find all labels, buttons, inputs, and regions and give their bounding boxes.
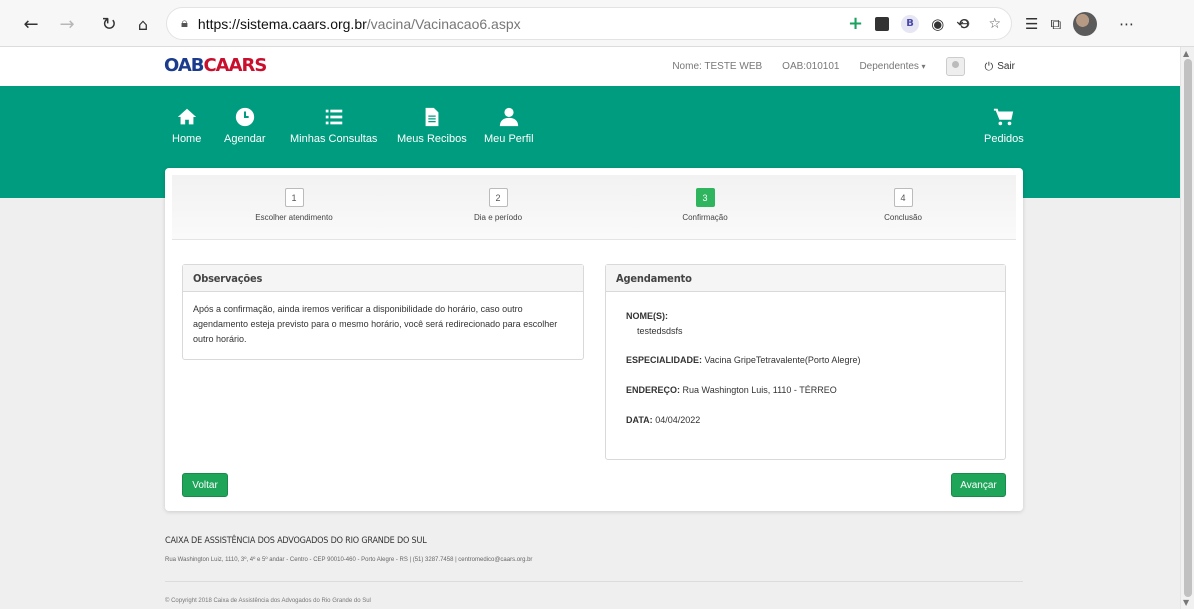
cart-icon [993,108,1014,126]
step-2-label: Dia e período [473,213,523,222]
data-value: 04/04/2022 [655,415,701,425]
especialidade-field: ESPECIALIDADE: Vacina GripeTetravalente(… [626,353,985,368]
footer-divider [165,581,1023,582]
back-arrow-icon[interactable]: ← [14,7,48,41]
agendamento-panel: Agendamento NOME(S): testedsdsfs ESPECIA… [605,264,1006,460]
step-1: 1 Escolher atendimento [214,188,374,222]
endereco-field: ENDEREÇO: Rua Washington Luis, 1110 - TÉ… [626,383,985,398]
nomes-label: NOME(S): [626,311,668,321]
voltar-button[interactable]: Voltar [182,473,228,497]
favorite-star-icon[interactable]: ☆ [988,16,1001,32]
forward-arrow-icon[interactable]: → [50,7,84,41]
extension-b-icon[interactable]: B [901,14,920,33]
clock-icon [235,107,254,127]
browser-home-icon[interactable]: ⌂ [126,7,160,41]
url-path: /vacina/Vacinacao6.aspx [366,15,521,32]
agendamento-title: Agendamento [606,265,1005,292]
footer-copyright: © Copyright 2018 Caixa de Assistência do… [165,598,371,604]
observacoes-text: Após a confirmação, ainda iremos verific… [193,304,558,344]
logo-caars: CAARS [203,55,267,76]
more-menu-icon[interactable]: ⋯ [1119,15,1134,33]
nav-minhas-consultas-label: Minhas Consultas [290,133,378,145]
extension-calculator-icon[interactable] [875,16,890,31]
dependents-dropdown[interactable]: Dependentes [859,61,925,72]
browser-toolbar: ← → ↻ ⌂ 🔒︎ https://sistema.caars.org.br /… [0,0,1194,47]
extension-record-icon[interactable]: ◉ [931,15,944,33]
data-label: DATA: [626,415,653,425]
lock-icon: 🔒︎ [181,16,188,31]
observacoes-title: Observações [183,265,583,292]
collections-icon[interactable]: ⧉ [1050,15,1061,33]
power-icon: ⏻ [984,59,994,73]
favorites-list-icon[interactable]: ☰ [1025,15,1038,33]
especialidade-value: Vacina GripeTetravalente(Porto Alegre) [704,355,861,365]
step-3-number: 3 [695,188,715,207]
nav-meus-recibos[interactable]: Meus Recibos [397,106,467,145]
logo-oab: OAB [164,55,204,76]
step-3-label: Confirmação [682,213,728,222]
user-icon [499,107,518,127]
extension-puzzle-icon[interactable]: ⟲ [956,15,969,33]
nav-home[interactable]: Home [172,106,201,145]
top-bar: OABCAARS Nome: TESTE WEB OAB:010101 Depe… [0,47,1180,86]
scrollbar-thumb[interactable] [1184,59,1192,597]
scroll-up-icon[interactable]: ▲ [1183,49,1189,58]
nomes-field: NOME(S): testedsdsfs [626,309,985,339]
list-icon [325,109,342,125]
home-icon [177,108,196,125]
logout-button[interactable]: ⏻ Sair [985,60,1016,74]
nav-meus-recibos-label: Meus Recibos [397,133,467,145]
logout-label: Sair [997,61,1015,72]
nav-minhas-consultas[interactable]: Minhas Consultas [290,106,377,145]
nav-home-label: Home [172,133,202,145]
footer-title: CAIXA DE ASSISTÊNCIA DOS ADVOGADOS DO RI… [165,536,427,546]
extension-plus-icon[interactable]: + [848,13,863,34]
nav-pedidos-label: Pedidos [984,133,1024,145]
scrollbar[interactable]: ▲ ▼ [1180,47,1194,609]
page: OABCAARS Nome: TESTE WEB OAB:010101 Depe… [0,47,1180,609]
step-1-number: 1 [284,188,304,207]
step-3: 3 Confirmação [625,188,785,222]
url-host: https://sistema.caars.org.br [197,15,367,32]
scroll-down-icon[interactable]: ▼ [1183,598,1189,607]
step-2-number: 2 [488,188,508,207]
endereco-label: ENDEREÇO: [626,385,681,395]
nav-meu-perfil-label: Meu Perfil [484,133,534,145]
user-name: Nome: TESTE WEB [672,61,763,72]
nomes-value: testedsdsfs [637,326,683,336]
endereco-value: Rua Washington Luis, 1110 - TÉRREO [682,385,837,395]
observacoes-panel: Observações Após a confirmação, ainda ir… [182,264,584,360]
nav-agendar[interactable]: Agendar [224,106,266,145]
oab-number: OAB:010101 [782,61,840,72]
avancar-button[interactable]: Avançar [951,473,1006,497]
profile-avatar-icon[interactable] [1073,11,1098,36]
step-2: 2 Dia e período [418,188,578,222]
reload-icon[interactable]: ↻ [92,7,126,41]
document-icon [425,107,439,127]
step-4-number: 4 [893,188,913,207]
especialidade-label: ESPECIALIDADE: [626,355,703,365]
nav-agendar-label: Agendar [224,133,266,145]
step-4-label: Conclusão [884,213,922,222]
logo[interactable]: OABCAARS [164,55,267,79]
footer-address: Rua Washington Luiz, 1110, 3º, 4º e 5º a… [165,557,533,563]
data-field: DATA: 04/04/2022 [626,413,985,428]
step-4: 4 Conclusão [823,188,983,222]
user-avatar-icon[interactable] [945,57,965,76]
scheduling-card: 1 Escolher atendimento 2 Dia e período 3… [165,168,1023,511]
nav-pedidos[interactable]: Pedidos [984,106,1024,145]
step-1-label: Escolher atendimento [255,213,333,222]
step-wizard: 1 Escolher atendimento 2 Dia e período 3… [172,175,1016,240]
nav-meu-perfil[interactable]: Meu Perfil [484,106,534,145]
